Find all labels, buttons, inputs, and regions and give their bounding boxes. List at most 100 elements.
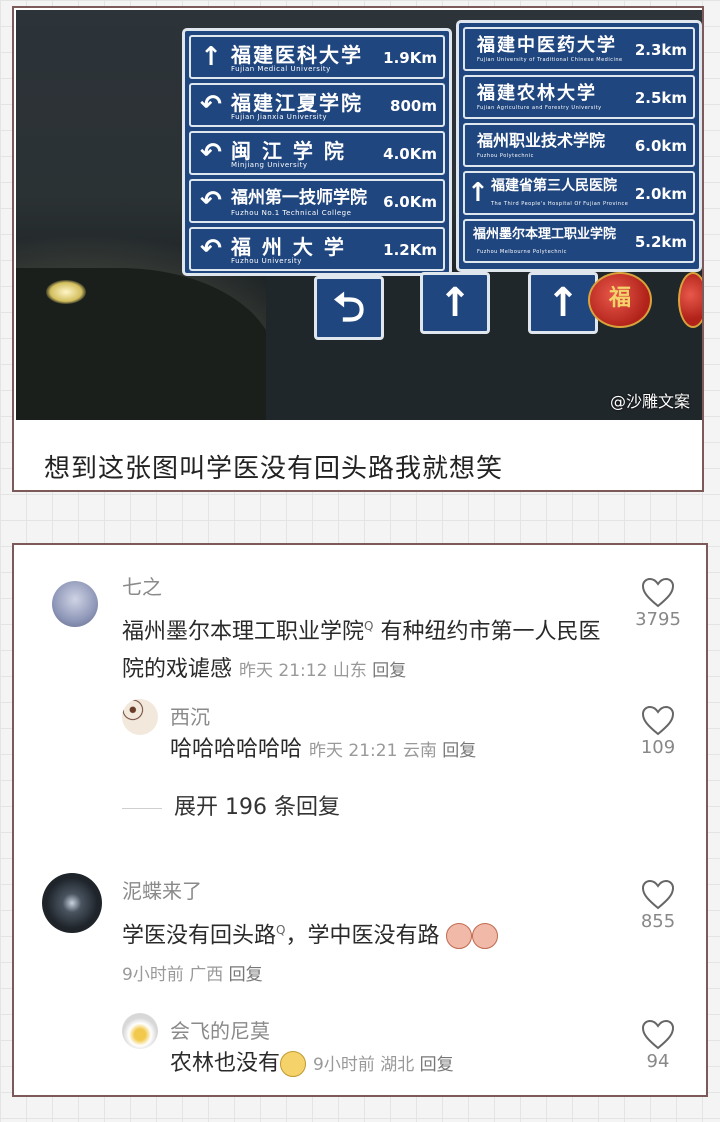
u-turn-icon: ↶	[200, 234, 222, 264]
sign-row: ↶ 闽 江 学 院 Minjiang University 4.0Km	[189, 131, 445, 175]
sign-row: 福建中医药大学 Fujian University of Traditional…	[463, 27, 695, 71]
comment-username[interactable]: 会飞的尼莫	[170, 1015, 270, 1044]
comment-body: 农林也没有	[170, 1051, 281, 1076]
heart-outline-icon	[641, 705, 675, 736]
sign-zh: 福州职业技术学院	[477, 131, 606, 150]
avatar[interactable]	[52, 581, 98, 627]
sign-zh: 福建省第三人民医院	[491, 178, 617, 194]
u-turn-icon: ↶	[200, 138, 222, 168]
smile-emoji-icon	[280, 1051, 307, 1077]
sign-row: ↶ 福建江夏学院 Fujian Jianxia University 800m	[189, 83, 445, 127]
u-turn-icon: ↶	[200, 186, 222, 216]
expand-replies-label: 展开 196 条回复	[174, 795, 340, 820]
sign-row: ↶ 福州第一技师学院 Fuzhou No.1 Technical College…	[189, 179, 445, 223]
sign-distance: 4.0Km	[383, 145, 437, 163]
comment-time: 昨天 21:21	[309, 741, 398, 761]
red-lantern: 福	[588, 272, 652, 328]
sign-en: Minjiang University	[231, 161, 308, 169]
sign-distance: 6.0km	[634, 137, 687, 155]
comment-meta: 9小时前 湖北 回复	[313, 1055, 454, 1075]
like-count: 855	[640, 911, 676, 932]
comment-username[interactable]: 七之	[122, 571, 162, 600]
sign-distance: 2.5km	[634, 89, 687, 107]
comment-text: 福州墨尔本理工职业学院Q 有种纽约市第一人民医院的戏谑感 昨天 21:12 山东…	[122, 607, 612, 690]
arrow-up-icon: ↑	[200, 42, 222, 72]
sign-en: Fujian Agriculture and Forestry Universi…	[477, 105, 602, 111]
reply-button[interactable]: 回复	[420, 1055, 454, 1075]
sign-distance: 6.0Km	[383, 193, 437, 211]
right-road-sign: 福建中医药大学 Fujian University of Traditional…	[456, 20, 702, 272]
sign-distance: 2.0km	[634, 185, 687, 203]
avatar[interactable]	[42, 873, 102, 933]
comment-link[interactable]: 学医没有回头路	[122, 923, 276, 948]
expand-replies-button[interactable]: 展开 196 条回复	[122, 789, 340, 821]
comment-location: 云南	[402, 741, 437, 761]
sign-en: Fujian Medical University	[231, 65, 331, 73]
divider	[122, 807, 162, 809]
like-button[interactable]: 855	[628, 879, 688, 932]
heart-outline-icon	[641, 1019, 675, 1050]
comment-link[interactable]: 福州墨尔本理工职业学院	[122, 619, 364, 644]
sign-row: ↑ 福建医科大学 Fujian Medical University 1.9Km	[189, 35, 445, 79]
comment-text: 哈哈哈哈哈哈 昨天 21:21 云南 回复	[170, 731, 610, 770]
sign-en: Fuzhou Melbourne Polytechnic	[477, 249, 567, 255]
sign-row: 福州墨尔本理工职业学院 Fuzhou Melbourne Polytechnic…	[463, 219, 695, 263]
sign-distance: 2.3km	[634, 41, 687, 59]
crying-emoji-icon	[472, 923, 499, 950]
sign-distance: 1.2Km	[383, 241, 437, 259]
arrow-up-icon: ↑	[467, 178, 489, 208]
sign-zh: 福建江夏学院	[231, 91, 363, 115]
reply-button[interactable]: 回复	[442, 741, 476, 761]
comment-text: 学医没有回头路Q，学中医没有路 9小时前 广西 回复	[122, 911, 612, 994]
watermark: @沙雕文案	[609, 392, 690, 411]
comment-body: 哈哈哈哈哈哈	[170, 737, 303, 762]
comment-meta: 昨天 21:21 云南 回复	[309, 741, 476, 761]
comment-time: 昨天 21:12	[239, 661, 328, 682]
like-button[interactable]: 109	[628, 705, 688, 758]
like-count: 94	[646, 1051, 670, 1072]
like-button[interactable]: 94	[628, 1019, 688, 1072]
sign-distance: 1.9Km	[383, 49, 437, 67]
sign-distance: 5.2km	[634, 233, 687, 251]
sign-row: ↑ 福建省第三人民医院 The Third People's Hospital …	[463, 171, 695, 215]
sign-zh: 福建中医药大学	[477, 35, 617, 56]
like-count: 109	[640, 737, 676, 758]
sign-zh: 福建农林大学	[477, 83, 597, 104]
sign-row: 福建农林大学 Fujian Agriculture and Forestry U…	[463, 75, 695, 119]
comment-username[interactable]: 泥蝶来了	[122, 875, 202, 904]
avatar[interactable]	[122, 699, 158, 735]
straight-lane-sign: ↑	[420, 272, 490, 334]
avatar[interactable]	[122, 1013, 158, 1049]
sign-en: Fuzhou University	[231, 257, 302, 265]
sign-distance: 800m	[390, 97, 437, 115]
heart-outline-icon	[641, 879, 675, 910]
sign-en: Fujian University of Traditional Chinese…	[477, 57, 623, 63]
sign-zh: 福 州 大 学	[231, 235, 346, 259]
u-turn-icon: ↶	[200, 90, 222, 120]
sign-en: The Third People's Hospital Of Fujian Pr…	[491, 201, 629, 207]
left-road-sign: ↑ 福建医科大学 Fujian Medical University 1.9Km…	[182, 28, 452, 276]
reply-button[interactable]: 回复	[229, 965, 263, 985]
heart-outline-icon	[641, 577, 675, 608]
sign-zh: 福州墨尔本理工职业学院	[473, 227, 617, 242]
comment-meta: 昨天 21:12 山东 回复	[239, 661, 406, 681]
reply-button[interactable]: 回复	[372, 661, 406, 681]
comment-time: 9小时前	[313, 1055, 375, 1075]
like-count: 3795	[635, 609, 681, 630]
comment-location: 广西	[189, 965, 224, 986]
comment-meta: 9小时前 广西 回复	[122, 965, 263, 985]
comment-location: 山东	[332, 661, 367, 682]
sign-row: 福州职业技术学院 Fuzhou Polytechnic 6.0km	[463, 123, 695, 167]
comments-card: 七之 福州墨尔本理工职业学院Q 有种纽约市第一人民医院的戏谑感 昨天 21:12…	[12, 543, 708, 1097]
post-card: ↑ 福建医科大学 Fujian Medical University 1.9Km…	[12, 6, 704, 492]
sign-row: ↶ 福 州 大 学 Fuzhou University 1.2Km	[189, 227, 445, 271]
post-image[interactable]: ↑ 福建医科大学 Fujian Medical University 1.9Km…	[16, 10, 702, 420]
sign-en: Fuzhou Polytechnic	[477, 153, 534, 159]
street-lamp	[46, 280, 86, 304]
comment-text: 农林也没有 9小时前 湖北 回复	[170, 1045, 610, 1084]
like-button[interactable]: 3795	[628, 577, 688, 630]
comment-username[interactable]: 西沉	[170, 701, 210, 730]
comment-text-rest: ，学中医没有路	[285, 923, 440, 949]
post-caption: 想到这张图叫学医没有回头路我就想笑	[44, 454, 504, 484]
comment-location: 湖北	[380, 1055, 415, 1075]
